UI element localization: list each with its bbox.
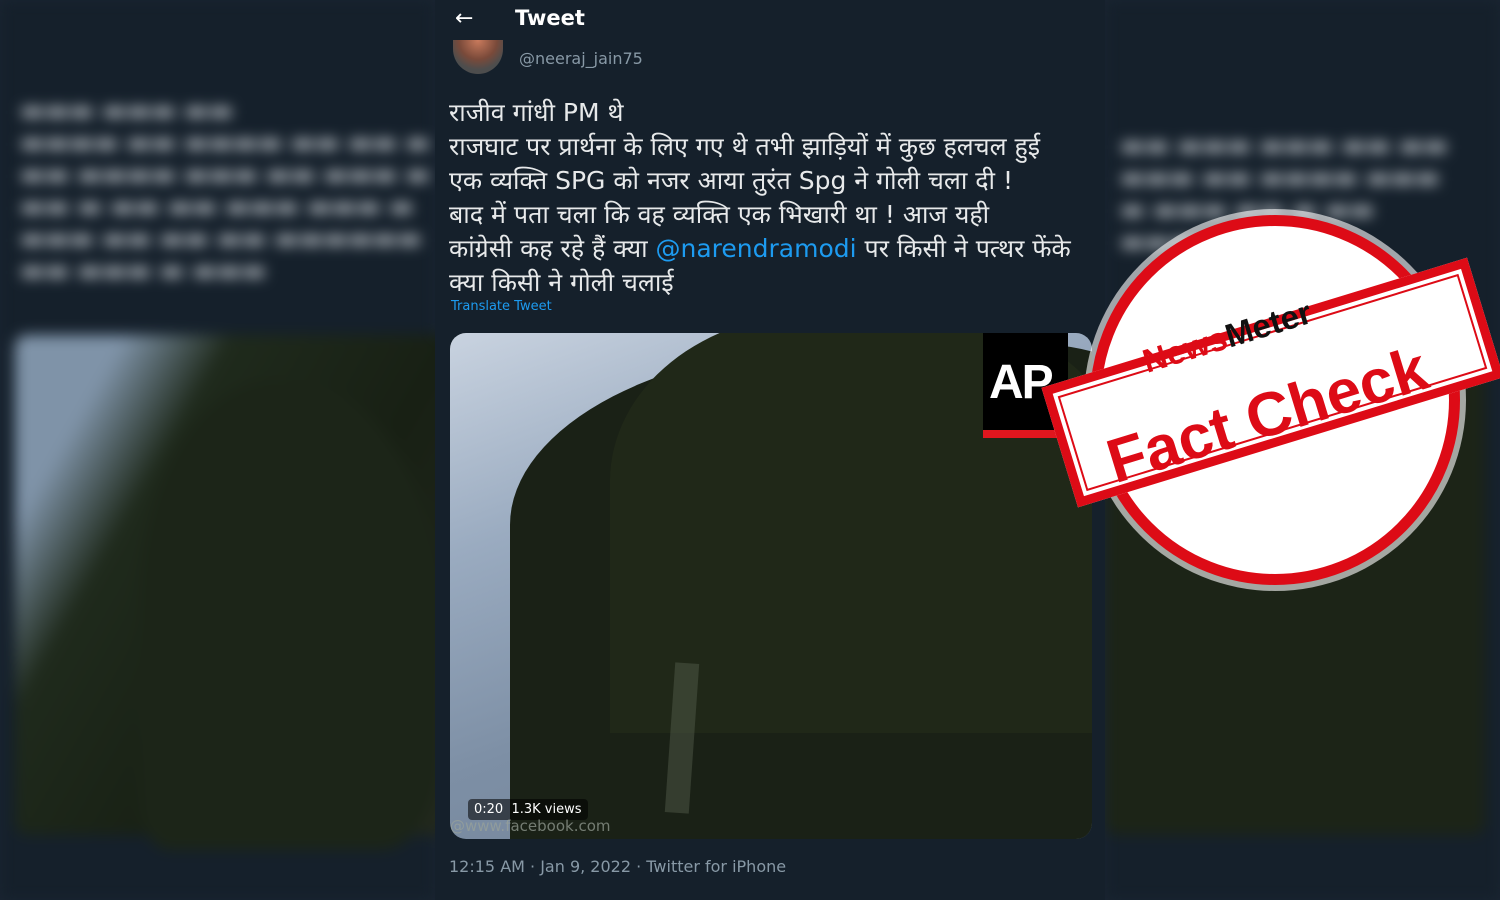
tweet-header: ← Tweet (435, 0, 1105, 40)
video-player[interactable]: AP 0:20 1.3K views @www.facebook.com (450, 333, 1092, 839)
tweet-line-5-start: कांग्रेसी कह रहे हैं क्या (449, 234, 656, 263)
tweet-panel: ← Tweet @neeraj_jain75 राजीव गांधी PM थे… (435, 0, 1105, 900)
author-handle[interactable]: @neeraj_jain75 (519, 49, 643, 68)
video-watermark: @www.facebook.com (450, 817, 611, 835)
tweet-text: राजीव गांधी PM थे राजघाट पर प्रार्थना के… (449, 96, 1099, 300)
tweet-line-4: बाद में पता चला कि वह व्यक्ति एक भिखारी … (449, 200, 990, 229)
mention-link[interactable]: @narendramodi (656, 234, 857, 263)
ap-logo-text: AP (989, 356, 1054, 409)
tweet-line-6: क्या किसी ने गोली चलाई (449, 268, 674, 297)
tweet-line-3: एक व्यक्ति SPG को नजर आया तुरंत Spg ने ग… (449, 166, 1013, 195)
blurred-text-left: ▬▬▬ ▬▬▬ ▬▬ ▬▬▬▬ ▬▬ ▬▬▬▬ ▬▬ ▬▬ ▬ ▬▬ ▬▬▬▬ … (20, 96, 430, 286)
translate-tweet-link[interactable]: Translate Tweet (451, 299, 552, 314)
tweet-line-5: कांग्रेसी कह रहे हैं क्या @narendramodi … (449, 232, 1099, 266)
tweet-line-1: राजीव गांधी PM थे (449, 98, 624, 127)
video-duration: 0:20 (474, 802, 504, 817)
tweet-line-2: राजघाट पर प्रार्थना के लिए गए थे तभी झाड… (449, 132, 1041, 161)
arrow-left-icon[interactable]: ← (455, 6, 473, 31)
page-title: Tweet (515, 6, 585, 30)
tweet-line-5-end: पर किसी ने पत्थर फेंके (856, 234, 1071, 263)
video-views: 1.3K views (511, 802, 582, 817)
tweet-timestamp: 12:15 AM · Jan 9, 2022 · Twitter for iPh… (449, 857, 787, 876)
blurred-tree-left (140, 380, 440, 850)
